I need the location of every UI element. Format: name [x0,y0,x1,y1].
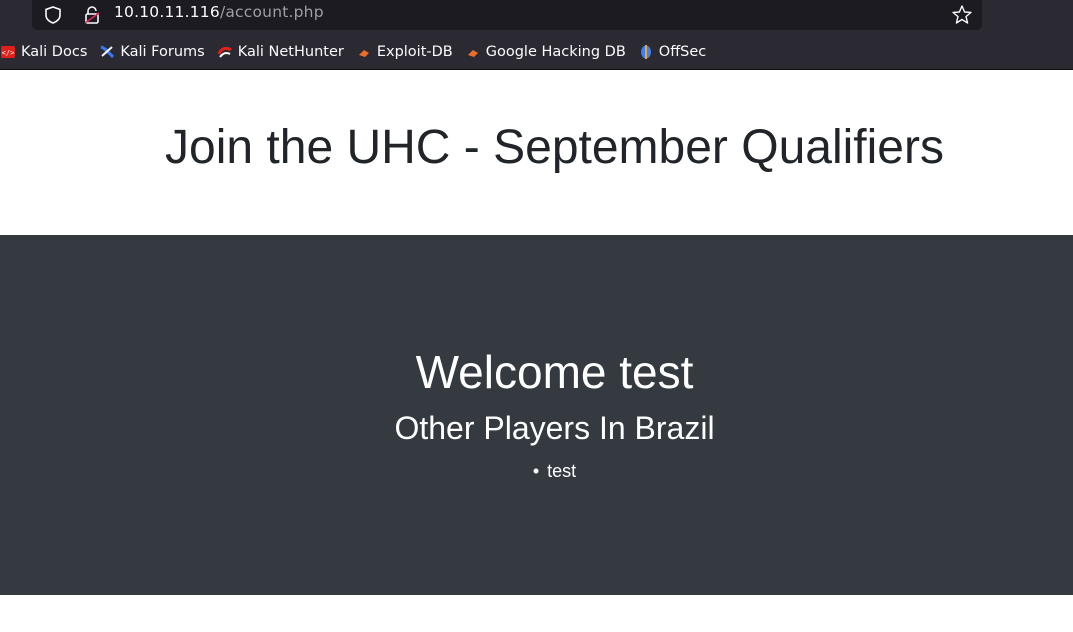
bookmark-exploit-db[interactable]: Exploit-DB [356,44,453,60]
url-path: /account.php [219,3,324,21]
bookmark-offsec[interactable]: OffSec [638,44,707,60]
welcome-section: Welcome test Other Players In Brazil tes… [0,235,1073,595]
bookmark-label: Kali NetHunter [237,44,344,60]
kali-nethunter-icon [217,46,232,58]
exploit-db-icon [358,50,369,57]
bookmark-kali-docs[interactable]: </> Kali Docs [0,44,87,60]
url-host: 10.10.11.116 [114,3,220,21]
players-subtitle: Other Players In Brazil [394,410,715,446]
browser-toolbar: 10.10.11.116/account.php </> Kali Docs K… [0,0,1073,70]
welcome-heading: Welcome test [415,346,694,398]
url-text[interactable]: 10.10.11.116/account.php [114,3,324,21]
list-item: test [0,461,1073,482]
bookmark-label: Kali Forums [120,44,205,60]
bookmark-label: Google Hacking DB [485,44,626,60]
svg-text:</>: </> [2,49,15,57]
page-title: Join the UHC - September Qualifiers [165,121,944,174]
bookmark-star-icon[interactable] [950,3,974,27]
ghdb-icon [467,50,478,57]
offsec-icon [640,45,651,59]
bookmark-kali-forums[interactable]: Kali Forums [99,44,205,60]
bookmark-label: Exploit-DB [376,44,453,60]
bookmark-kali-nethunter[interactable]: Kali NetHunter [217,44,344,60]
bookmark-label: OffSec [658,44,707,60]
bookmark-google-hacking-db[interactable]: Google Hacking DB [465,44,626,60]
tracking-protection-shield-icon[interactable] [42,4,64,26]
kali-forums-icon [100,45,115,59]
players-list: test [0,461,1073,482]
bookmarks-toolbar: </> Kali Docs Kali Forums Kali NetHunter… [0,40,718,64]
kali-docs-icon: </> [1,46,15,58]
bookmark-label: Kali Docs [21,44,88,60]
address-bar[interactable]: 10.10.11.116/account.php [32,0,982,30]
insecure-lock-icon[interactable] [81,4,103,26]
page-content: Join the UHC - September Qualifiers Welc… [0,70,1073,632]
